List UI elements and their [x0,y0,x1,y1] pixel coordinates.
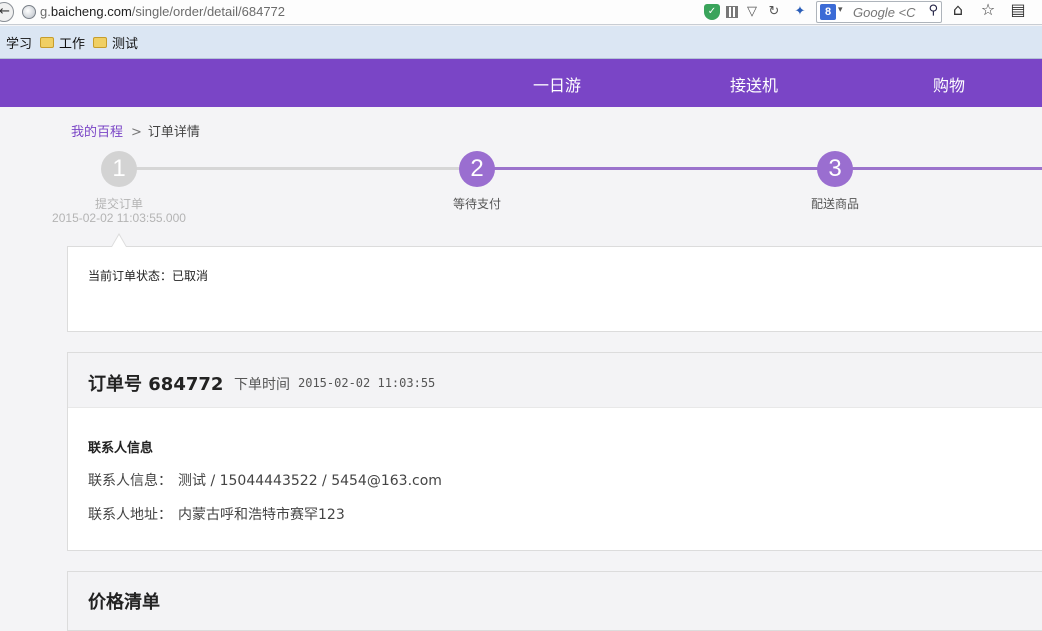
contact-info-value: 测试 / 15044443522 / 5454@163.com [178,473,442,489]
bookmark-label: 学习 [6,36,33,52]
step-1-label: 提交订单 [94,197,144,211]
contact-address-label: 联系人地址： [88,507,172,523]
search-engine-icon[interactable]: 8 [820,4,836,20]
progress-track-active [477,167,1042,170]
order-detail-panel: 订单号 684772 下单时间 2015-02-02 11:03:55 联系人信… [67,352,1042,551]
order-header: 订单号 684772 下单时间 2015-02-02 11:03:55 [68,353,1042,408]
site-identity-icon[interactable] [22,5,36,19]
addon-bird-icon[interactable]: ✦ [792,4,808,20]
bookmarks-menu-icon[interactable]: ▤ [1010,2,1026,18]
reload-icon[interactable]: ↻ [766,4,782,20]
url-path: /single/order/detail/684772 [131,4,286,19]
order-status-panel: 当前订单状态：已取消 [67,246,1042,332]
order-progress: 1 提交订单 2015-02-02 11:03:55.000 2 等待支付 3 … [0,150,1042,246]
progress-track-done [119,167,477,170]
shield-icon[interactable]: ✓ [704,4,720,20]
step-3-label: 配送商品 [810,197,860,211]
search-box: 8 ▾ ⚲ [816,1,942,23]
step-2-circle: 2 [459,151,495,187]
step-1-circle: 1 [101,151,137,187]
contact-section-title: 联系人信息 [88,441,154,456]
contact-info-row: 联系人信息： 测试 / 15044443522 / 5454@163.com [88,470,442,490]
step-2-label: 等待支付 [452,197,502,211]
contact-address-value: 内蒙古呼和浩特市赛罕123 [178,507,345,523]
order-status-text: 当前订单状态：已取消 [88,269,209,283]
breadcrumb: 我的百程 > 订单详情 [71,121,200,140]
status-pointer-fill [112,235,126,247]
engine-caret-icon[interactable]: ▾ [838,5,843,15]
breadcrumb-home-link[interactable]: 我的百程 [71,125,123,140]
step-1-time: 2015-02-02 11:03:55.000 [52,211,186,225]
site-nav: 一日游 接送机 购物 [0,59,1042,107]
nav-day-tour[interactable]: 一日游 [533,72,581,96]
url-domain: baicheng.com [50,4,132,19]
dropdown-arrow-icon[interactable]: ▽ [744,4,760,20]
qr-code-icon[interactable] [726,6,738,18]
nav-shopping[interactable]: 购物 [933,72,965,96]
back-button[interactable]: ← [0,2,14,22]
url-bar-icons: ✓ ▽ ↻ [704,3,782,21]
bookmark-folder-work[interactable]: 工作 [40,33,85,52]
folder-icon [40,36,55,48]
home-icon[interactable]: ⌂ [950,2,966,18]
breadcrumb-current: 订单详情 [147,125,200,140]
star-icon[interactable]: ☆ [980,2,996,18]
step-3-circle: 3 [817,151,853,187]
folder-icon [93,36,108,48]
bookmark-label: 测试 [112,36,139,52]
toolbar-right: ⌂ ☆ ▤ [950,2,1026,18]
contact-info-label: 联系人信息： [88,473,172,489]
url-prefix: g. [40,4,51,19]
bookmark-study[interactable]: 学习 [6,33,32,52]
price-list-panel: 价格清单 [67,571,1042,631]
search-input[interactable] [853,3,923,21]
bookmark-label: 工作 [59,36,86,52]
order-number: 订单号 684772 [88,374,224,395]
browser-url-bar: ← g.baicheng.com/single/order/detail/684… [0,0,1042,25]
nav-airport-transfer[interactable]: 接送机 [730,72,778,96]
search-icon[interactable]: ⚲ [928,3,938,18]
address-field[interactable]: g.baicheng.com/single/order/detail/68477… [40,4,285,19]
price-list-title: 价格清单 [88,592,160,613]
bookmark-folder-test[interactable]: 测试 [93,33,138,52]
bookmarks-bar: 学习 工作 测试 [0,26,1042,59]
order-time-label: 下单时间 [234,377,290,393]
order-time-value: 2015-02-02 11:03:55 [298,376,436,390]
chevron-right-icon: > [131,125,142,140]
contact-address-row: 联系人地址： 内蒙古呼和浩特市赛罕123 [88,504,345,524]
